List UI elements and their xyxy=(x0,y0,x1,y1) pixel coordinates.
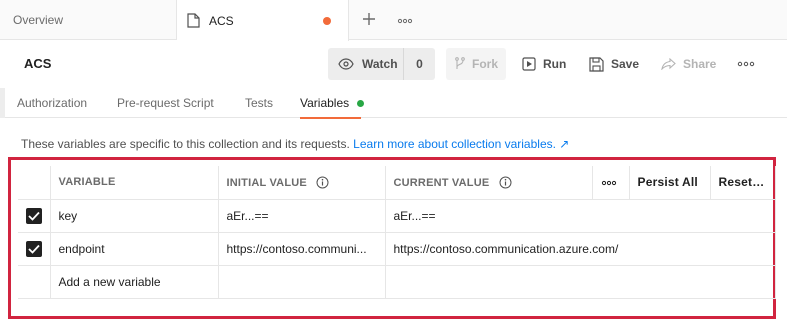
share-label: Share xyxy=(683,57,717,71)
info-text: These variables are specific to this col… xyxy=(21,137,350,151)
current-value-label: CURRENT VALUE xyxy=(393,176,490,189)
collection-subtabs: Authorization Pre-request Script Tests V… xyxy=(0,88,787,119)
page-title: ACS xyxy=(24,56,52,71)
tab-overview-label: Overview xyxy=(13,13,64,27)
sidebar-edge xyxy=(0,88,5,118)
info-message: These variables are specific to this col… xyxy=(21,137,569,151)
tab-authorization[interactable]: Authorization xyxy=(17,96,87,110)
new-variable-input[interactable]: Add a new variable xyxy=(49,264,219,299)
save-label: Save xyxy=(611,57,640,71)
tab-tests[interactable]: Tests xyxy=(245,96,273,110)
variables-table: VARIABLE INITIAL VALUE CURRENT VALUE Per… xyxy=(18,166,776,299)
plus-icon[interactable] xyxy=(362,12,376,26)
row-checkbox-cell xyxy=(18,231,51,266)
tab-strip: Overview ACS xyxy=(0,0,787,41)
column-header-initial-value: INITIAL VALUE xyxy=(217,166,386,200)
table-row: endpoint https://contoso.communi... http… xyxy=(18,231,776,266)
info-icon[interactable] xyxy=(499,176,512,189)
table-more-cell[interactable] xyxy=(591,166,630,200)
tab-prerequest-script[interactable]: Pre-request Script xyxy=(117,96,214,110)
table-header-row: VARIABLE INITIAL VALUE CURRENT VALUE Per… xyxy=(18,166,776,200)
reset-all-button[interactable]: Reset All xyxy=(709,166,776,200)
tab-variables[interactable]: Variables xyxy=(300,96,362,119)
watch-group: Watch 0 xyxy=(328,48,435,80)
persist-all-button[interactable]: Persist All xyxy=(628,166,711,200)
fork-label: Fork xyxy=(472,57,499,71)
variables-active-indicator xyxy=(357,100,364,107)
more-horizontal-icon[interactable] xyxy=(737,61,755,67)
initial-value-cell[interactable]: https://contoso.communi... xyxy=(217,231,386,266)
current-value-cell[interactable]: https://contoso.communication.azure.com/ xyxy=(384,231,776,266)
new-initial-value-input[interactable] xyxy=(217,264,386,299)
more-horizontal-icon xyxy=(601,181,616,186)
document-icon xyxy=(187,13,200,28)
unsaved-indicator xyxy=(323,17,331,25)
variable-name-cell[interactable]: endpoint xyxy=(49,231,219,266)
watch-count[interactable]: 0 xyxy=(404,48,435,80)
table-row: key aEr...== aEr...== xyxy=(18,198,776,233)
run-label: Run xyxy=(543,57,567,71)
column-header-current-value: CURRENT VALUE xyxy=(384,166,593,200)
save-button[interactable]: Save xyxy=(589,48,639,80)
fork-icon xyxy=(455,57,465,69)
row-checkbox[interactable] xyxy=(25,240,42,257)
new-current-value-input[interactable] xyxy=(384,264,776,299)
variable-name-cell[interactable]: key xyxy=(49,198,219,233)
row-checkbox[interactable] xyxy=(25,207,42,224)
learn-more-link[interactable]: Learn more about collection variables. ↗ xyxy=(353,137,569,151)
check-icon xyxy=(28,244,40,254)
initial-value-cell[interactable]: aEr...== xyxy=(217,198,386,233)
info-icon[interactable] xyxy=(316,176,329,189)
share-icon xyxy=(661,58,676,70)
eye-icon xyxy=(338,58,354,70)
header-checkbox-cell xyxy=(18,166,51,200)
fork-button[interactable]: Fork xyxy=(446,48,506,80)
row-checkbox-cell xyxy=(18,198,51,233)
tab-acs[interactable]: ACS xyxy=(177,0,349,41)
check-icon xyxy=(28,211,40,221)
save-icon xyxy=(589,56,604,72)
watch-button[interactable]: Watch xyxy=(328,48,404,80)
current-value-cell[interactable]: aEr...== xyxy=(384,198,776,233)
column-header-variable: VARIABLE xyxy=(49,166,219,200)
tab-overview[interactable]: Overview xyxy=(0,0,177,40)
row-checkbox-cell xyxy=(18,264,51,299)
tab-acs-label: ACS xyxy=(209,13,234,28)
watch-label: Watch xyxy=(362,57,398,71)
run-button[interactable]: Run xyxy=(522,48,566,80)
new-variable-row: Add a new variable xyxy=(18,264,776,299)
initial-value-label: INITIAL VALUE xyxy=(226,176,307,189)
share-button[interactable]: Share xyxy=(661,48,716,80)
play-icon xyxy=(522,57,536,71)
more-horizontal-icon[interactable] xyxy=(397,18,413,24)
